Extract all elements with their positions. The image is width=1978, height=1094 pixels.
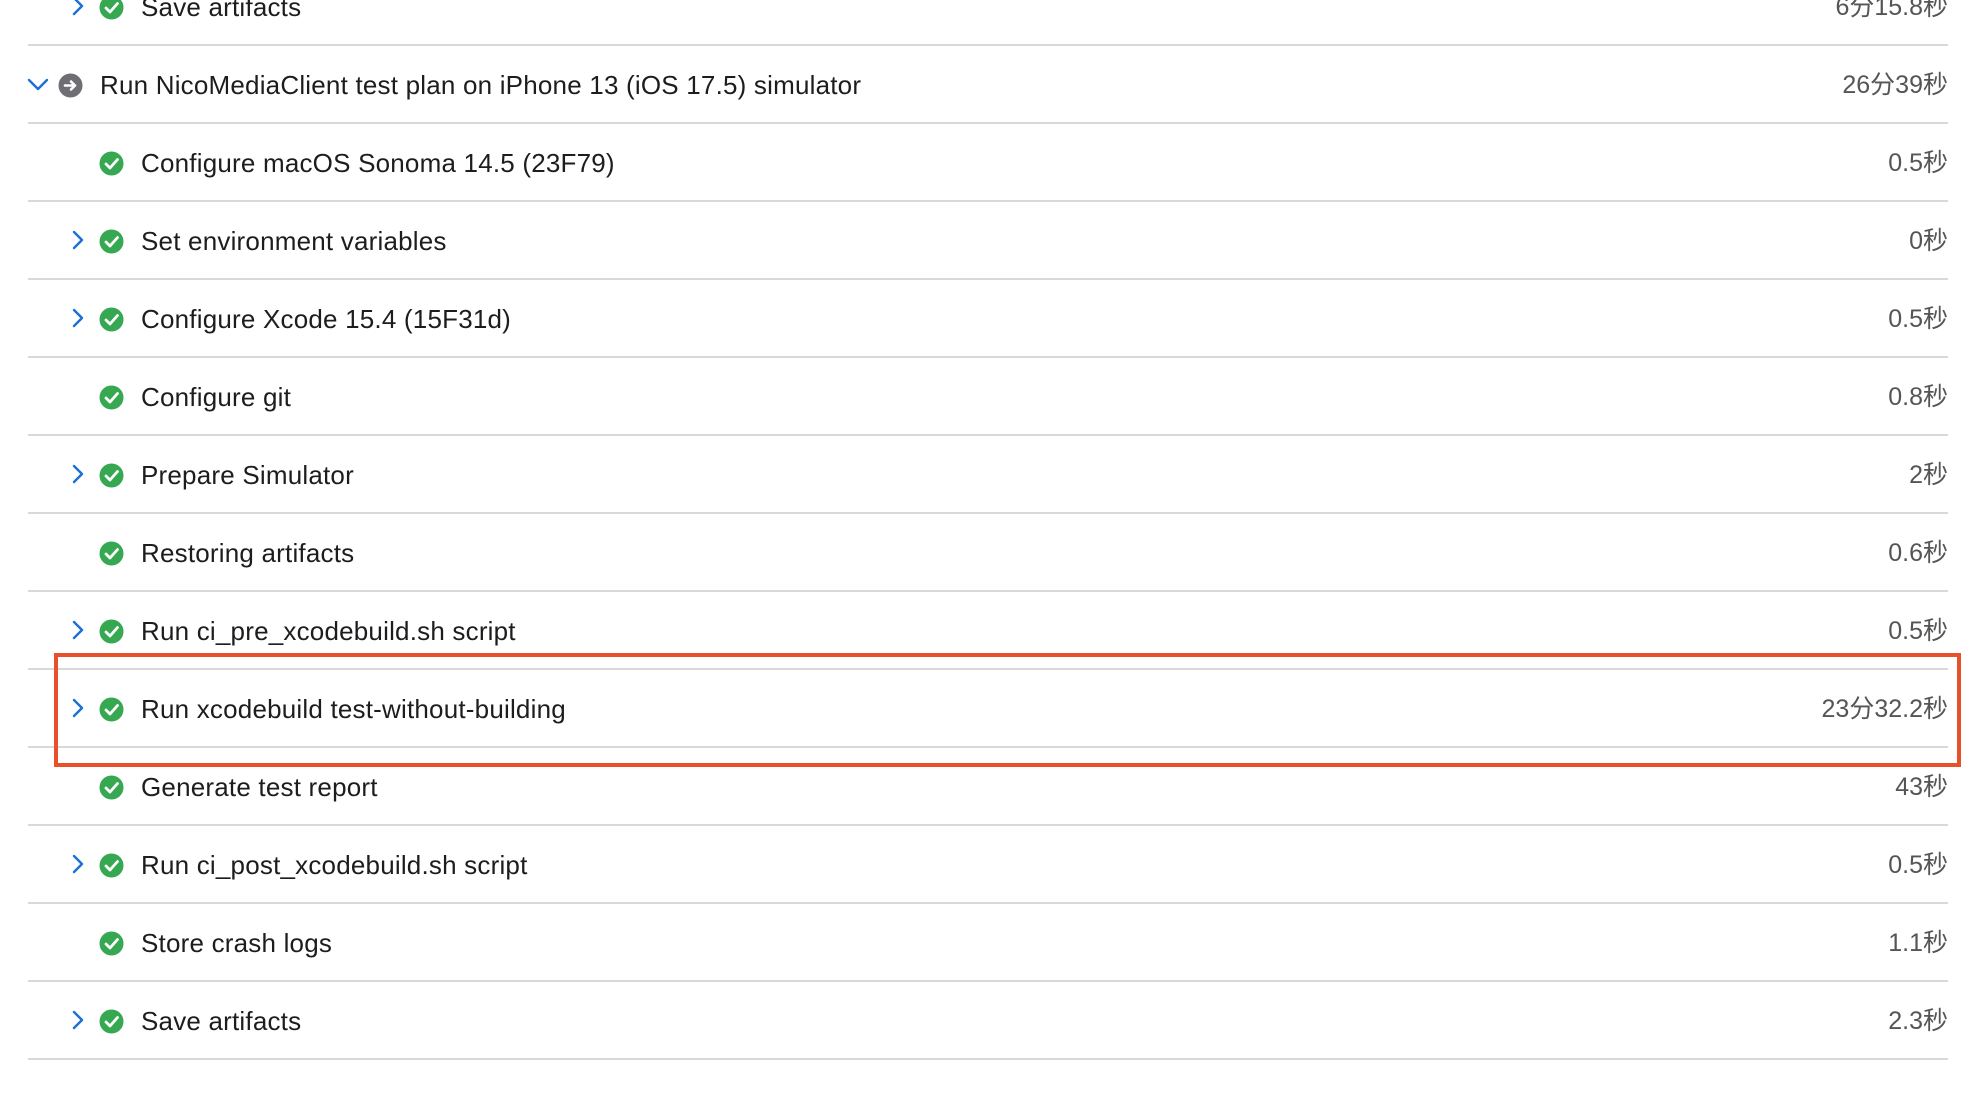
chevron-right-icon[interactable] [66,228,90,252]
step-label: Save artifacts [141,1006,302,1036]
success-check-icon [99,1009,124,1034]
step-duration: 0.8秒 [1888,383,1948,411]
step-duration: 2秒 [1909,461,1948,489]
chevron-right-icon[interactable] [66,852,90,876]
success-check-icon [99,853,124,878]
step-label: Prepare Simulator [141,460,354,490]
build-steps-list: Save artifacts 6分15.8秒 Run NicoMediaClie… [26,0,1948,1060]
running-arrow-icon [58,73,83,98]
step-duration: 0.5秒 [1888,149,1948,177]
step-row-save-artifacts[interactable]: Save artifacts 2.3秒 [28,982,1948,1060]
step-row-set-environment-variables[interactable]: Set environment variables 0秒 [28,202,1948,280]
success-check-icon [99,463,124,488]
step-row-configure-xcode[interactable]: Configure Xcode 15.4 (15F31d) 0.5秒 [28,280,1948,358]
step-row-configure-macos[interactable]: Configure macOS Sonoma 14.5 (23F79) 0.5秒 [28,124,1948,202]
step-label: Generate test report [141,772,378,802]
chevron-right-icon[interactable] [66,1008,90,1032]
step-label: Configure Xcode 15.4 (15F31d) [141,304,512,334]
step-duration: 0秒 [1909,227,1948,255]
step-group-test-plan[interactable]: Run NicoMediaClient test plan on iPhone … [26,46,1948,124]
success-check-icon [99,931,124,956]
step-duration: 0.6秒 [1888,539,1948,567]
step-row-ci-pre-xcodebuild[interactable]: Run ci_pre_xcodebuild.sh script 0.5秒 [28,592,1948,670]
step-row-prepare-simulator[interactable]: Prepare Simulator 2秒 [28,436,1948,514]
step-label: Run ci_pre_xcodebuild.sh script [141,616,516,646]
chevron-right-icon[interactable] [66,696,90,720]
success-check-icon [99,697,124,722]
chevron-right-icon[interactable] [66,462,90,486]
step-duration: 43秒 [1895,773,1948,801]
success-check-icon [99,619,124,644]
success-check-icon [99,0,124,20]
step-label: Restoring artifacts [141,538,355,568]
success-check-icon [99,541,124,566]
step-duration: 0.5秒 [1888,305,1948,333]
step-label: Run ci_post_xcodebuild.sh script [141,850,528,880]
chevron-right-icon[interactable] [66,618,90,642]
step-row-configure-git[interactable]: Configure git 0.8秒 [28,358,1948,436]
step-label: Run xcodebuild test-without-building [141,694,566,724]
step-label: Run NicoMediaClient test plan on iPhone … [100,70,862,100]
step-duration: 0.5秒 [1888,617,1948,645]
step-label: Save artifacts [141,0,302,22]
step-label: Configure macOS Sonoma 14.5 (23F79) [141,148,615,178]
chevron-down-icon[interactable] [26,72,50,96]
step-row-xcodebuild-test-without-building[interactable]: Run xcodebuild test-without-building 23分… [28,670,1948,748]
step-duration: 23分32.2秒 [1821,695,1948,723]
step-label: Set environment variables [141,226,447,256]
success-check-icon [99,229,124,254]
step-duration: 6分15.8秒 [1835,0,1948,21]
step-row-ci-post-xcodebuild[interactable]: Run ci_post_xcodebuild.sh script 0.5秒 [28,826,1948,904]
step-duration: 2.3秒 [1888,1007,1948,1035]
chevron-right-icon[interactable] [66,0,90,18]
step-row-store-crash-logs[interactable]: Store crash logs 1.1秒 [28,904,1948,982]
success-check-icon [99,307,124,332]
chevron-right-icon[interactable] [66,306,90,330]
success-check-icon [99,385,124,410]
step-duration: 0.5秒 [1888,851,1948,879]
step-duration: 26分39秒 [1842,71,1948,99]
success-check-icon [99,775,124,800]
step-row-restoring-artifacts[interactable]: Restoring artifacts 0.6秒 [28,514,1948,592]
step-row-generate-test-report[interactable]: Generate test report 43秒 [28,748,1948,826]
step-label: Store crash logs [141,928,333,958]
step-duration: 1.1秒 [1888,929,1948,957]
step-row-save-artifacts-previous[interactable]: Save artifacts 6分15.8秒 [28,0,1948,46]
success-check-icon [99,151,124,176]
step-label: Configure git [141,382,292,412]
